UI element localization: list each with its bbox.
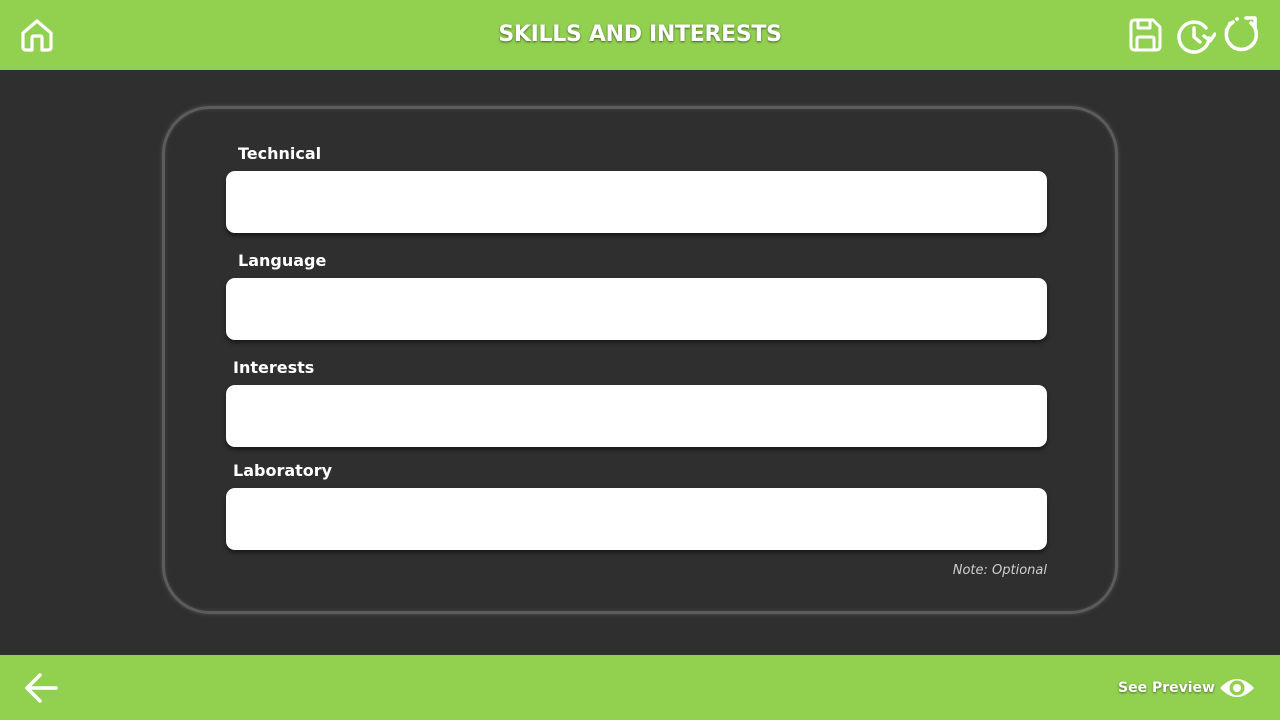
bottom-bar [0, 655, 1280, 720]
back-arrow-icon [25, 673, 58, 703]
save-button[interactable] [1126, 16, 1164, 54]
home-icon [21, 19, 53, 52]
save-icon [1129, 18, 1162, 52]
see-preview-button[interactable]: See Preview [1110, 670, 1260, 706]
back-button[interactable] [22, 670, 60, 706]
interests-input[interactable] [226, 385, 1047, 447]
home-button[interactable] [18, 16, 56, 54]
reset-icon [1224, 16, 1259, 52]
language-input[interactable] [226, 278, 1047, 340]
technical-label: Technical [238, 144, 322, 163]
language-label: Language [238, 251, 327, 270]
reset-button[interactable] [1222, 14, 1262, 54]
laboratory-label: Laboratory [233, 461, 333, 480]
history-button[interactable] [1174, 16, 1216, 54]
optional-note: Note: Optional [952, 563, 1047, 578]
technical-input[interactable] [226, 171, 1047, 233]
history-icon [1177, 20, 1216, 54]
top-bar [0, 0, 1280, 70]
eye-icon [1220, 679, 1254, 697]
see-preview-label: See Preview [1118, 680, 1215, 696]
laboratory-input[interactable] [226, 488, 1047, 550]
interests-label: Interests [233, 358, 315, 377]
